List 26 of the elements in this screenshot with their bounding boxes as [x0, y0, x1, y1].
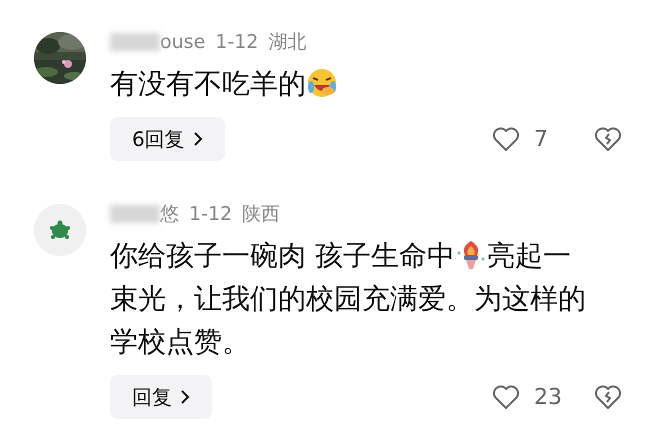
- comment-text: 你给孩子一碗肉 孩子生命中: [110, 239, 455, 272]
- like-count: 7: [534, 126, 549, 152]
- comment-location: 湖北: [268, 30, 306, 55]
- comment-text: 束光，让我们的校园充满爱。为这样的: [110, 282, 586, 315]
- comment-text: 亮起一: [486, 239, 571, 272]
- chevron-icon: [180, 389, 190, 405]
- comment-text: 有没有不吃羊的: [110, 67, 306, 100]
- replies-button[interactable]: 回复: [110, 375, 212, 419]
- chevron-icon: [192, 131, 203, 147]
- like-icon[interactable]: [492, 126, 520, 152]
- comment-text: 学校点赞。: [110, 325, 250, 358]
- replies-button[interactable]: 6回复: [110, 117, 225, 161]
- like-icon[interactable]: [492, 384, 520, 410]
- torch-emoji-icon: [454, 239, 487, 271]
- like-count: 23: [534, 384, 563, 410]
- turtle-icon: [49, 220, 71, 240]
- comment-date: 1-12: [189, 203, 232, 225]
- comment-location: 陕西: [242, 202, 280, 227]
- blurred-username: [110, 33, 160, 51]
- blurred-username: [110, 205, 160, 223]
- dislike-icon[interactable]: [594, 384, 622, 410]
- comment-date: 1-12: [215, 31, 258, 53]
- dislike-icon[interactable]: [594, 126, 622, 152]
- username[interactable]: 悠: [160, 201, 179, 227]
- username[interactable]: ouse: [160, 31, 206, 53]
- laughing-emoji-icon: [306, 67, 338, 99]
